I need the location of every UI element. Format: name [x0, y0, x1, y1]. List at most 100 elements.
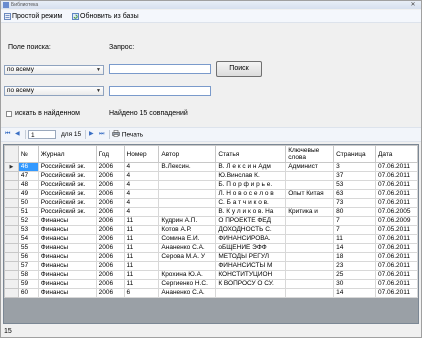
row-header[interactable]	[4, 216, 19, 226]
table-cell[interactable]: 07.06.2011	[374, 252, 418, 262]
column-header[interactable]: Статья	[215, 145, 287, 163]
table-cell[interactable]: 48	[17, 180, 39, 190]
table-cell[interactable]: 4	[123, 162, 160, 172]
table-cell[interactable]	[285, 270, 335, 280]
print-button[interactable]: Печать	[112, 130, 143, 139]
table-cell[interactable]: С. Б а т ч и к о в.	[215, 198, 287, 208]
table-cell[interactable]: 30	[333, 279, 376, 289]
table-cell[interactable]: Финансы	[37, 225, 97, 235]
table-cell[interactable]: Российский эк.	[37, 180, 97, 190]
table-cell[interactable]: Российский эк.	[37, 198, 97, 208]
row-header[interactable]	[4, 234, 19, 244]
table-cell[interactable]: 07.06.2011	[374, 288, 418, 298]
position-input[interactable]: 1	[28, 130, 56, 139]
row-header[interactable]	[4, 207, 19, 217]
table-cell[interactable]: 7	[333, 216, 376, 226]
table-cell[interactable]: В. К у л и к о в. На	[215, 207, 287, 217]
table-cell[interactable]: Админист	[285, 162, 335, 172]
table-cell[interactable]: КОНСТИТУЦИОН	[215, 270, 287, 280]
column-header[interactable]: Год	[95, 145, 125, 163]
row-header[interactable]	[4, 225, 19, 235]
table-cell[interactable]: Российский эк.	[37, 207, 97, 217]
table-cell[interactable]: 07.06.2011	[374, 162, 418, 172]
table-cell[interactable]: 52	[17, 216, 39, 226]
table-cell[interactable]	[285, 198, 335, 208]
table-cell[interactable]: Крохина Ю.А.	[158, 270, 217, 280]
table-cell[interactable]: 4	[123, 198, 160, 208]
table-cell[interactable]: 37	[333, 171, 376, 181]
table-cell[interactable]: 2006	[95, 279, 125, 289]
query-input-1[interactable]	[109, 64, 211, 74]
table-cell[interactable]: оБЩЕНИЕ ЭФФ	[215, 243, 287, 253]
table-cell[interactable]: 56	[17, 252, 39, 262]
arrow-right-icon[interactable]: ▶	[4, 162, 19, 172]
table-cell[interactable]: 63	[333, 189, 376, 199]
table-cell[interactable]: Кудрин А.П.	[158, 216, 217, 226]
row-header[interactable]	[4, 288, 19, 298]
table-cell[interactable]: 14	[333, 243, 376, 253]
table-cell[interactable]: 2006	[95, 288, 125, 298]
table-cell[interactable]: 6	[123, 288, 160, 298]
table-cell[interactable]	[158, 207, 217, 217]
table-row[interactable]: ▶ 46 Российский эк. 2006 4 В.Лексин. В. Л е к …	[4, 162, 418, 172]
table-cell[interactable]: 2006	[95, 234, 125, 244]
column-header[interactable]: Автор	[158, 145, 217, 163]
table-cell[interactable]: Финансы	[37, 216, 97, 226]
table-cell[interactable]: 07.06.2011	[374, 270, 418, 280]
row-header[interactable]	[4, 252, 19, 262]
table-cell[interactable]: 07.06.2011	[374, 180, 418, 190]
close-button[interactable]: ✕	[407, 1, 419, 9]
table-cell[interactable]: 7	[333, 225, 376, 235]
table-cell[interactable]: 2006	[95, 261, 125, 271]
table-cell[interactable]: 07.06.2011	[374, 198, 418, 208]
table-row[interactable]: 58 Финансы 2006 11 Крохина Ю.А. КОНСТИТУЦИОН 2…	[4, 270, 418, 280]
table-cell[interactable]: Серова М.А. У	[158, 252, 217, 262]
move-next-button[interactable]: ▶	[89, 130, 94, 139]
table-row[interactable]: 60 Финансы 2006 6 Ананенко С.А. 14 07.06.2011	[4, 288, 418, 298]
table-cell[interactable]: Ананенко С.А.	[158, 288, 217, 298]
simple-mode-button[interactable]: Простой режим	[4, 12, 62, 21]
row-header[interactable]	[4, 171, 19, 181]
table-cell[interactable]: 3	[333, 162, 376, 172]
query-input-2[interactable]	[109, 86, 211, 96]
table-cell[interactable]: 49	[17, 189, 39, 199]
table-cell[interactable]: 2006	[95, 243, 125, 253]
row-header[interactable]	[4, 243, 19, 253]
search-button[interactable]: Поиск	[216, 61, 262, 77]
table-cell[interactable]: 07.06.2011	[374, 189, 418, 199]
table-cell[interactable]: Ю.Винслав К.	[215, 171, 287, 181]
table-cell[interactable]: Сергиенко Н.С.	[158, 279, 217, 289]
table-row[interactable]: 47 Российский эк. 2006 4 Ю.Винслав К. 37 07.06…	[4, 171, 418, 181]
table-cell[interactable]: 07.06.2011	[374, 171, 418, 181]
table-cell[interactable]: 18	[333, 252, 376, 262]
table-cell[interactable]: 23	[333, 261, 376, 271]
table-cell[interactable]: К ВОПРОСУ О СУ.	[215, 279, 287, 289]
row-header[interactable]	[4, 279, 19, 289]
table-cell[interactable]: 53	[333, 180, 376, 190]
table-cell[interactable]: 47	[17, 171, 39, 181]
table-cell[interactable]: 53	[17, 225, 39, 235]
row-header[interactable]	[4, 189, 19, 199]
table-cell[interactable]: 11	[123, 243, 160, 253]
move-last-button[interactable]: ⏭	[99, 130, 104, 139]
table-cell[interactable]: 54	[17, 234, 39, 244]
table-cell[interactable]: 57	[17, 261, 39, 271]
table-cell[interactable]: Финансы	[37, 243, 97, 253]
table-cell[interactable]: 2006	[95, 207, 125, 217]
table-cell[interactable]: Котов А.Р.	[158, 225, 217, 235]
column-header[interactable]: Страница	[333, 145, 376, 163]
table-cell[interactable]: Финансы	[37, 234, 97, 244]
table-cell[interactable]: 59	[17, 279, 39, 289]
table-cell[interactable]: 4	[123, 189, 160, 199]
table-cell[interactable]: 07.05.2011	[374, 225, 418, 235]
table-cell[interactable]: 07.06.2009	[374, 216, 418, 226]
search-field-select-1[interactable]: по всему ▼	[4, 65, 104, 75]
move-first-button[interactable]: ⏮	[5, 130, 10, 139]
table-row[interactable]: 57 Финансы 2006 11 ФИНАНСИСТЫ М 23 07.06.2011	[4, 261, 418, 271]
table-cell[interactable]: 11	[333, 234, 376, 244]
table-cell[interactable]: 73	[333, 198, 376, 208]
table-cell[interactable]	[285, 234, 335, 244]
table-cell[interactable]: Сомина Е.И.	[158, 234, 217, 244]
table-cell[interactable]: 07.06.2005	[374, 207, 418, 217]
table-row[interactable]: 56 Финансы 2006 11 Серова М.А. У МЕТОДЫ РЕГУЛ…	[4, 252, 418, 262]
